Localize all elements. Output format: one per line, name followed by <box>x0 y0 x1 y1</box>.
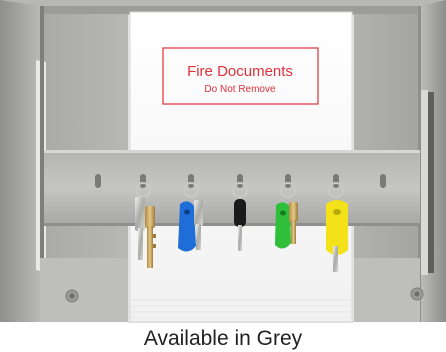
hook-slot <box>333 174 339 188</box>
hook-slot <box>95 174 101 188</box>
key-hook-bar <box>44 150 420 226</box>
hook-slot <box>285 174 291 188</box>
hook-slot <box>237 174 243 188</box>
key-silver <box>135 197 145 231</box>
key-tag-blue <box>178 201 196 252</box>
key-black-head <box>234 199 246 227</box>
caption: Available in Grey <box>143 327 303 350</box>
hook-slot <box>188 174 194 188</box>
key-tag-green <box>275 202 291 249</box>
key-cabinet-scene: Fire Documents Do Not Remove <box>0 0 446 323</box>
hook-slot <box>140 174 146 188</box>
hook-slot <box>380 174 386 188</box>
label-title: Fire Documents <box>187 63 293 80</box>
key-brass <box>145 206 155 228</box>
label-subtitle: Do Not Remove <box>204 84 276 95</box>
